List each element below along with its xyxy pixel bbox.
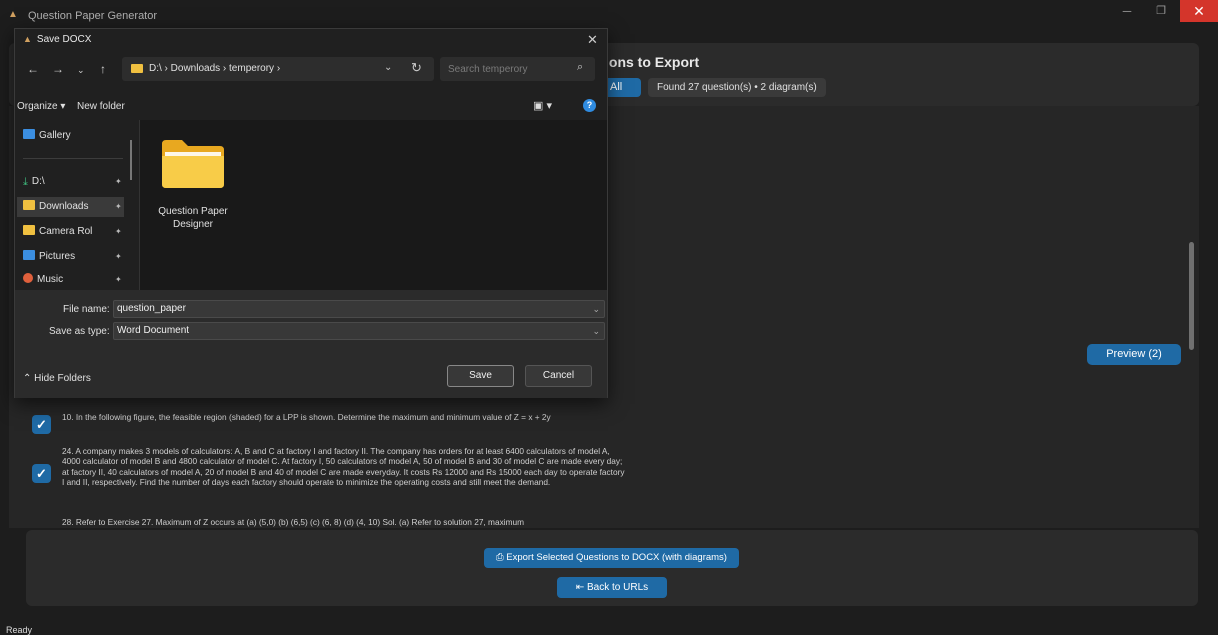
search-input[interactable]: Search temperory ⌕: [440, 57, 595, 81]
questions-scrollbar[interactable]: [1189, 242, 1194, 350]
question-text: 24. A company makes 3 models of calculat…: [62, 446, 625, 488]
question-checkbox[interactable]: ✓: [32, 415, 51, 434]
question-row: 28. Refer to Exercise 27. Maximum of Z o…: [32, 516, 632, 528]
file-name-label: File name:: [63, 304, 110, 315]
chevron-down-icon[interactable]: ⌄: [592, 323, 600, 339]
nav-item-label: Pictures: [39, 251, 76, 262]
forward-arrow-icon[interactable]: →: [52, 62, 64, 76]
pin-icon: ✦: [115, 252, 122, 261]
export-icon: ⎙: [496, 552, 507, 563]
dialog-close-icon[interactable]: ✕: [587, 32, 598, 48]
music-icon: [23, 273, 33, 283]
back-arrow-icon[interactable]: ←: [27, 62, 39, 76]
nav-item-music[interactable]: Music ✦: [17, 270, 124, 290]
minimize-icon[interactable]: ─: [1118, 4, 1136, 20]
save-type-select[interactable]: Word Document ⌄: [113, 322, 605, 340]
help-icon[interactable]: ?: [583, 99, 596, 112]
save-type-value: Word Document: [117, 325, 190, 336]
pictures-icon: [23, 250, 35, 260]
file-name-field[interactable]: question_paper ⌄: [113, 300, 605, 318]
file-name-value: question_paper: [117, 303, 186, 314]
nav-item-pictures[interactable]: Pictures ✦: [17, 247, 124, 267]
nav-divider: [23, 158, 123, 159]
search-icon: ⌕: [577, 61, 584, 73]
address-path: D:\ › Downloads › temperory ›: [149, 63, 281, 74]
save-type-label: Save as type:: [49, 326, 110, 337]
address-bar[interactable]: D:\ › Downloads › temperory › ⌄ ↻: [122, 57, 434, 81]
back-button-label: Back to URLs: [587, 582, 649, 593]
back-to-urls-button[interactable]: ⇤ Back to URLs: [557, 577, 667, 598]
nav-item-label: Downloads: [39, 201, 89, 212]
nav-item-label: Gallery: [39, 130, 71, 141]
nav-item-gallery[interactable]: Gallery: [17, 126, 124, 146]
dialog-title-text: Save DOCX: [36, 34, 92, 45]
question-text: 28. Refer to Exercise 27. Maximum of Z o…: [62, 517, 525, 527]
app-title: Question Paper Generator: [28, 10, 158, 22]
export-button-label: Export Selected Questions to DOCX (with …: [506, 552, 727, 563]
recent-locations-icon[interactable]: ⌄: [77, 65, 85, 76]
hide-folders-label: Hide Folders: [34, 373, 91, 384]
cancel-button[interactable]: Cancel: [525, 365, 592, 387]
file-list-area: Question Paper Designer: [140, 120, 607, 290]
folder-icon: [23, 200, 35, 210]
pin-icon: ✦: [115, 275, 122, 284]
new-folder-button[interactable]: New folder: [77, 101, 125, 112]
view-options-icon[interactable]: ▣ ▾: [533, 99, 552, 112]
gallery-icon: [23, 129, 35, 139]
dialog-app-icon: ▲: [23, 34, 32, 44]
folder-icon: [131, 64, 143, 73]
organize-menu[interactable]: Organize ▾: [17, 101, 65, 112]
nav-scrollbar[interactable]: [130, 140, 132, 180]
question-checkbox[interactable]: ✓: [32, 464, 51, 483]
navigation-pane: Gallery ⤓ D:\ ✦ Downloads ✦ Camera Rol ✦ …: [15, 120, 139, 290]
nav-item-label: Music: [37, 274, 64, 285]
save-button[interactable]: Save: [447, 365, 514, 387]
nav-item-label: D:\: [31, 176, 45, 187]
nav-item-downloads[interactable]: Downloads ✦: [17, 197, 124, 217]
search-placeholder: Search temperory: [448, 64, 528, 75]
status-text: Ready: [6, 625, 33, 635]
drive-icon: ⤓: [23, 176, 28, 188]
folder-name: Question Paper Designer: [158, 206, 228, 230]
dialog-toolbar: Organize ▾ New folder ▣ ▾ ?: [15, 93, 607, 119]
pin-icon: ✦: [115, 177, 122, 186]
preview-button[interactable]: Preview (2): [1087, 344, 1181, 365]
nav-item-label: Camera Rol: [39, 226, 93, 237]
pin-icon: ✦: [115, 227, 122, 236]
restore-icon[interactable]: ❐: [1152, 4, 1170, 20]
app-icon: ▲: [8, 9, 18, 20]
status-bar: [0, 620, 1218, 635]
folder-icon: [23, 225, 35, 235]
export-docx-button[interactable]: ⎙ Export Selected Questions to DOCX (wit…: [484, 548, 739, 568]
nav-item-camera-roll[interactable]: Camera Rol ✦: [17, 222, 124, 242]
chevron-down-icon[interactable]: ⌄: [592, 301, 600, 317]
dialog-title: ▲ Save DOCX: [23, 34, 91, 45]
refresh-icon[interactable]: ↻: [411, 60, 422, 76]
chevron-up-icon: ⌃: [23, 373, 35, 384]
nav-item-drive[interactable]: ⤓ D:\ ✦: [17, 172, 124, 192]
close-icon[interactable]: ✕: [1180, 0, 1218, 22]
hide-folders-button[interactable]: ⌃ Hide Folders: [23, 373, 91, 384]
chevron-down-icon[interactable]: ⌄: [384, 62, 392, 73]
question-text: 10. In the following figure, the feasibl…: [62, 412, 551, 422]
pin-icon: ✦: [115, 202, 122, 211]
app-titlebar: ▲ Question Paper Generator ─ ❐ ✕: [0, 0, 1218, 30]
panel-title: ions to Export: [605, 54, 700, 70]
back-icon: ⇤: [575, 582, 588, 593]
save-fields-area: File name: question_paper ⌄ Save as type…: [15, 290, 607, 398]
found-count-label: Found 27 question(s) • 2 diagram(s): [648, 78, 826, 97]
save-dialog: ▲ Save DOCX ✕ ← → ⌄ ↑ D:\ › Downloads › t…: [14, 28, 608, 398]
folder-icon: [162, 140, 224, 188]
up-arrow-icon[interactable]: ↑: [100, 62, 106, 76]
